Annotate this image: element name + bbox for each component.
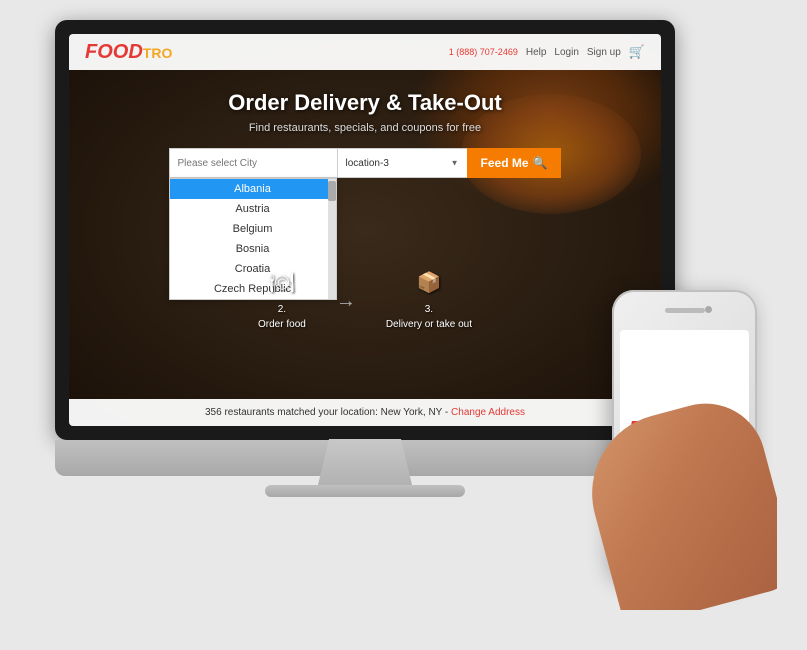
logo-food: FOOD [85, 42, 143, 62]
notification-bar: 356 restaurants matched your location: N… [69, 399, 661, 426]
imac-screen: FOOD TRO 1 (888) 707-2469 Help Login Sig… [69, 34, 661, 426]
dropdown-item-bosnia[interactable]: Bosnia [170, 239, 336, 259]
location-select-wrapper: location-3 ▼ [337, 148, 467, 178]
brand-logo: FOOD TRO [85, 42, 172, 62]
location-select[interactable]: location-3 [337, 148, 467, 178]
step-order-label: Order food [258, 319, 306, 330]
feed-me-label: Feed Me [481, 156, 529, 170]
nav-phone: 1 (888) 707-2469 [449, 47, 518, 57]
step-order-icon: 🍽 [264, 264, 300, 300]
scene: FOOD TRO 1 (888) 707-2469 Help Login Sig… [0, 0, 807, 650]
hero-subtitle: Find restaurants, specials, and coupons … [85, 122, 645, 134]
navbar: FOOD TRO 1 (888) 707-2469 Help Login Sig… [69, 34, 661, 70]
dropdown-item-austria[interactable]: Austria [170, 199, 336, 219]
feed-me-button[interactable]: Feed Me 🔍 [467, 148, 562, 178]
search-icon: 🔍 [533, 156, 548, 170]
step-arrow-1: → [336, 264, 356, 330]
hand-shape [577, 390, 777, 610]
city-dropdown-wrapper: Albania Austria Belgium Bosnia Croatia C… [169, 148, 337, 178]
step-delivery-icon: 📦 [411, 264, 447, 300]
hero-title: Order Delivery & Take-Out [85, 90, 645, 116]
phone-speaker [665, 308, 705, 313]
hand [577, 360, 777, 610]
step-order: 🍽 2. Order food [258, 264, 306, 330]
logo-tro: TRO [143, 46, 173, 60]
steps-row: 🍽 2. Order food → 📦 3. Delivery or take … [69, 264, 661, 330]
scrollbar-thumb [328, 181, 336, 201]
imac-base [265, 485, 465, 497]
change-address-link[interactable]: Change Address [451, 407, 525, 418]
dropdown-item-belgium[interactable]: Belgium [170, 219, 336, 239]
notification-text: 356 restaurants matched your location: N… [205, 407, 451, 418]
search-container: Albania Austria Belgium Bosnia Croatia C… [85, 148, 645, 178]
nav-login[interactable]: Login [554, 47, 578, 58]
phone: FOOD TRO [592, 290, 777, 610]
cart-icon[interactable]: 🛒 [629, 44, 645, 60]
step-order-number: 2. [278, 304, 286, 315]
nav-signup[interactable]: Sign up [587, 47, 621, 58]
nav-help[interactable]: Help [526, 47, 547, 58]
nav-right: 1 (888) 707-2469 Help Login Sign up 🛒 [449, 44, 645, 60]
city-input[interactable] [169, 148, 337, 178]
phone-camera-icon [705, 306, 712, 313]
step-delivery-label: Delivery or take out [386, 319, 472, 330]
hero-section: Order Delivery & Take-Out Find restauran… [69, 70, 661, 194]
step-delivery-number: 3. [425, 304, 433, 315]
step-delivery: 📦 3. Delivery or take out [386, 264, 472, 330]
dropdown-item-albania[interactable]: Albania [170, 179, 336, 199]
